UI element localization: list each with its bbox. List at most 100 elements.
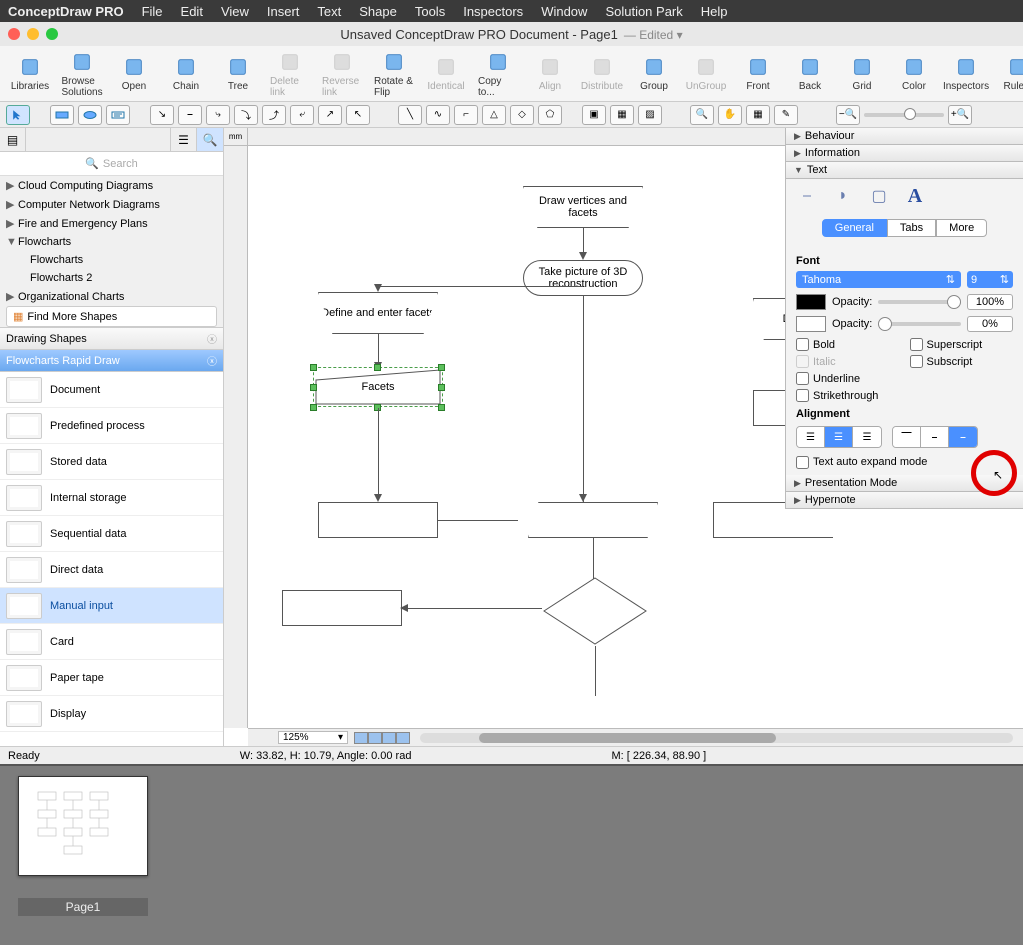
text-color-swatch[interactable] <box>796 294 826 310</box>
menu-text[interactable]: Text <box>317 4 341 19</box>
toolbar-chain[interactable]: Chain <box>162 53 210 94</box>
ruler-unit[interactable]: mm <box>224 128 248 146</box>
zoom-level[interactable]: 125%▾ <box>278 731 348 744</box>
close-icon[interactable]: ⓧ <box>207 353 217 368</box>
lib-node-computer-network-diagrams[interactable]: ▶Computer Network Diagrams <box>0 195 223 214</box>
toolbar-open[interactable]: Open <box>110 53 158 94</box>
shape-manual-input-selected[interactable]: Facets <box>314 368 442 406</box>
conn-tool-3[interactable]: ⤷ <box>206 105 230 125</box>
library-list-view[interactable]: ☰ <box>171 128 197 151</box>
page-thumb-1[interactable]: Page1 <box>18 776 148 916</box>
line-tool-6[interactable]: ⬠ <box>538 105 562 125</box>
zoom-slider[interactable] <box>864 113 944 117</box>
shape-item-sequential-data[interactable]: Sequential data <box>0 516 223 552</box>
h-scrollbar[interactable] <box>420 733 1013 743</box>
tab-tabs[interactable]: Tabs <box>887 219 936 237</box>
section-behaviour[interactable]: ▶Behaviour <box>786 128 1023 145</box>
shape-rect-1[interactable] <box>318 502 438 538</box>
shape-item-paper-tape[interactable]: Paper tape <box>0 660 223 696</box>
align-center[interactable]: ☰ <box>825 427 853 447</box>
conn-tool-7[interactable]: ↗ <box>318 105 342 125</box>
menu-tools[interactable]: Tools <box>415 4 445 19</box>
lib-section-flowcharts-rapid-draw[interactable]: Flowcharts Rapid Drawⓧ <box>0 350 223 372</box>
lib-node-organizational-charts[interactable]: ▶Organizational Charts <box>0 287 223 306</box>
app-name[interactable]: ConceptDraw PRO <box>8 4 124 19</box>
shape-item-internal-storage[interactable]: Internal storage <box>0 480 223 516</box>
section-information[interactable]: ▶Information <box>786 145 1023 162</box>
toolbar-rotate-flip[interactable]: Rotate & Flip <box>370 48 418 100</box>
text-box-icon[interactable]: ▢ <box>866 185 892 207</box>
line-tool-2[interactable]: ∿ <box>426 105 450 125</box>
font-family-select[interactable]: Tahoma⇅ <box>796 271 961 288</box>
page-navigator[interactable] <box>354 732 410 744</box>
shape-item-display[interactable]: Display <box>0 696 223 732</box>
menu-solution-park[interactable]: Solution Park <box>605 4 682 19</box>
close-icon[interactable]: ⓧ <box>207 331 217 346</box>
align-left[interactable]: ☰ <box>797 427 825 447</box>
pointer-tool[interactable] <box>6 105 30 125</box>
shape-decision[interactable] <box>542 576 648 646</box>
lib-subnode-flowcharts[interactable]: Flowcharts <box>0 251 223 269</box>
shape-trapezoid-2[interactable]: Define and enter facets <box>318 292 438 334</box>
toolbar-back[interactable]: Back <box>786 53 834 94</box>
library-view-toggle[interactable]: ▤ <box>0 128 26 151</box>
menu-help[interactable]: Help <box>701 4 728 19</box>
library-search-input[interactable]: 🔍 Search <box>0 152 223 176</box>
rect-tool[interactable] <box>50 105 74 125</box>
snap-tool[interactable]: ▦ <box>746 105 770 125</box>
line-tool-3[interactable]: ⌐ <box>454 105 478 125</box>
shape-item-card[interactable]: Card <box>0 624 223 660</box>
shape-item-predefined-process[interactable]: Predefined process <box>0 408 223 444</box>
check-auto-expand[interactable]: Text auto expand mode <box>796 456 1013 469</box>
conn-tool-2[interactable]: ⎯ <box>178 105 202 125</box>
line-tool-4[interactable]: △ <box>482 105 506 125</box>
line-tool-1[interactable]: ╲ <box>398 105 422 125</box>
library-search-toggle[interactable]: 🔍 <box>197 128 223 151</box>
menu-view[interactable]: View <box>221 4 249 19</box>
zoom-in-button[interactable]: +🔍 <box>948 105 972 125</box>
toolbar-copy-to-[interactable]: Copy to... <box>474 48 522 100</box>
zoom-out-button[interactable]: −🔍 <box>836 105 860 125</box>
text-underline-icon[interactable]: ⎯ <box>794 185 820 207</box>
shape-rounded-1[interactable]: Take picture of 3D reconstruction <box>523 260 643 296</box>
menu-edit[interactable]: Edit <box>181 4 203 19</box>
lib-node-fire-and-emergency-plans[interactable]: ▶Fire and Emergency Plans <box>0 214 223 233</box>
text-opacity-value[interactable]: 100% <box>967 294 1013 310</box>
toolbar-grid[interactable]: Grid <box>838 53 886 94</box>
bg-opacity-slider[interactable] <box>878 322 961 326</box>
check-strikethrough[interactable]: Strikethrough <box>796 389 900 402</box>
text-tool[interactable] <box>106 105 130 125</box>
section-text[interactable]: ▼Text <box>786 162 1023 179</box>
shape-item-manual-input[interactable]: Manual input <box>0 588 223 624</box>
group-tool-2[interactable]: ▦ <box>610 105 634 125</box>
group-tool-1[interactable]: ▣ <box>582 105 606 125</box>
shape-item-stored-data[interactable]: Stored data <box>0 444 223 480</box>
lib-node-cloud-computing-diagrams[interactable]: ▶Cloud Computing Diagrams <box>0 176 223 195</box>
edited-indicator[interactable]: — Edited ▾ <box>624 28 683 42</box>
lib-node-flowcharts[interactable]: ▼Flowcharts <box>0 233 223 251</box>
shape-rect-2[interactable] <box>282 590 402 626</box>
menu-shape[interactable]: Shape <box>359 4 397 19</box>
window-minimize-button[interactable] <box>27 28 39 40</box>
align-middle[interactable]: ⎯ <box>921 427 949 447</box>
conn-tool-8[interactable]: ↖ <box>346 105 370 125</box>
text-opacity-slider[interactable] <box>878 300 961 304</box>
shape-trapezoid-1[interactable]: Draw vertices and facets <box>523 186 643 228</box>
hand-tool[interactable]: ✋ <box>718 105 742 125</box>
ellipse-tool[interactable] <box>78 105 102 125</box>
conn-tool-6[interactable]: ⤶ <box>290 105 314 125</box>
check-underline[interactable]: Underline <box>796 372 900 385</box>
align-bottom[interactable]: ⎯ <box>949 427 977 447</box>
menu-insert[interactable]: Insert <box>267 4 300 19</box>
shape-para-1[interactable] <box>528 502 658 538</box>
menu-file[interactable]: File <box>142 4 163 19</box>
find-more-shapes[interactable]: ▦ Find More Shapes <box>6 306 217 327</box>
tab-more[interactable]: More <box>936 219 987 237</box>
toolbar-front[interactable]: Front <box>734 53 782 94</box>
toolbar-libraries[interactable]: Libraries <box>6 53 54 94</box>
text-font-icon[interactable]: A <box>902 185 928 207</box>
text-shadow-icon[interactable]: ◗ <box>830 185 856 207</box>
align-top[interactable]: ⎺ <box>893 427 921 447</box>
shape-item-document[interactable]: Document <box>0 372 223 408</box>
menu-window[interactable]: Window <box>541 4 587 19</box>
